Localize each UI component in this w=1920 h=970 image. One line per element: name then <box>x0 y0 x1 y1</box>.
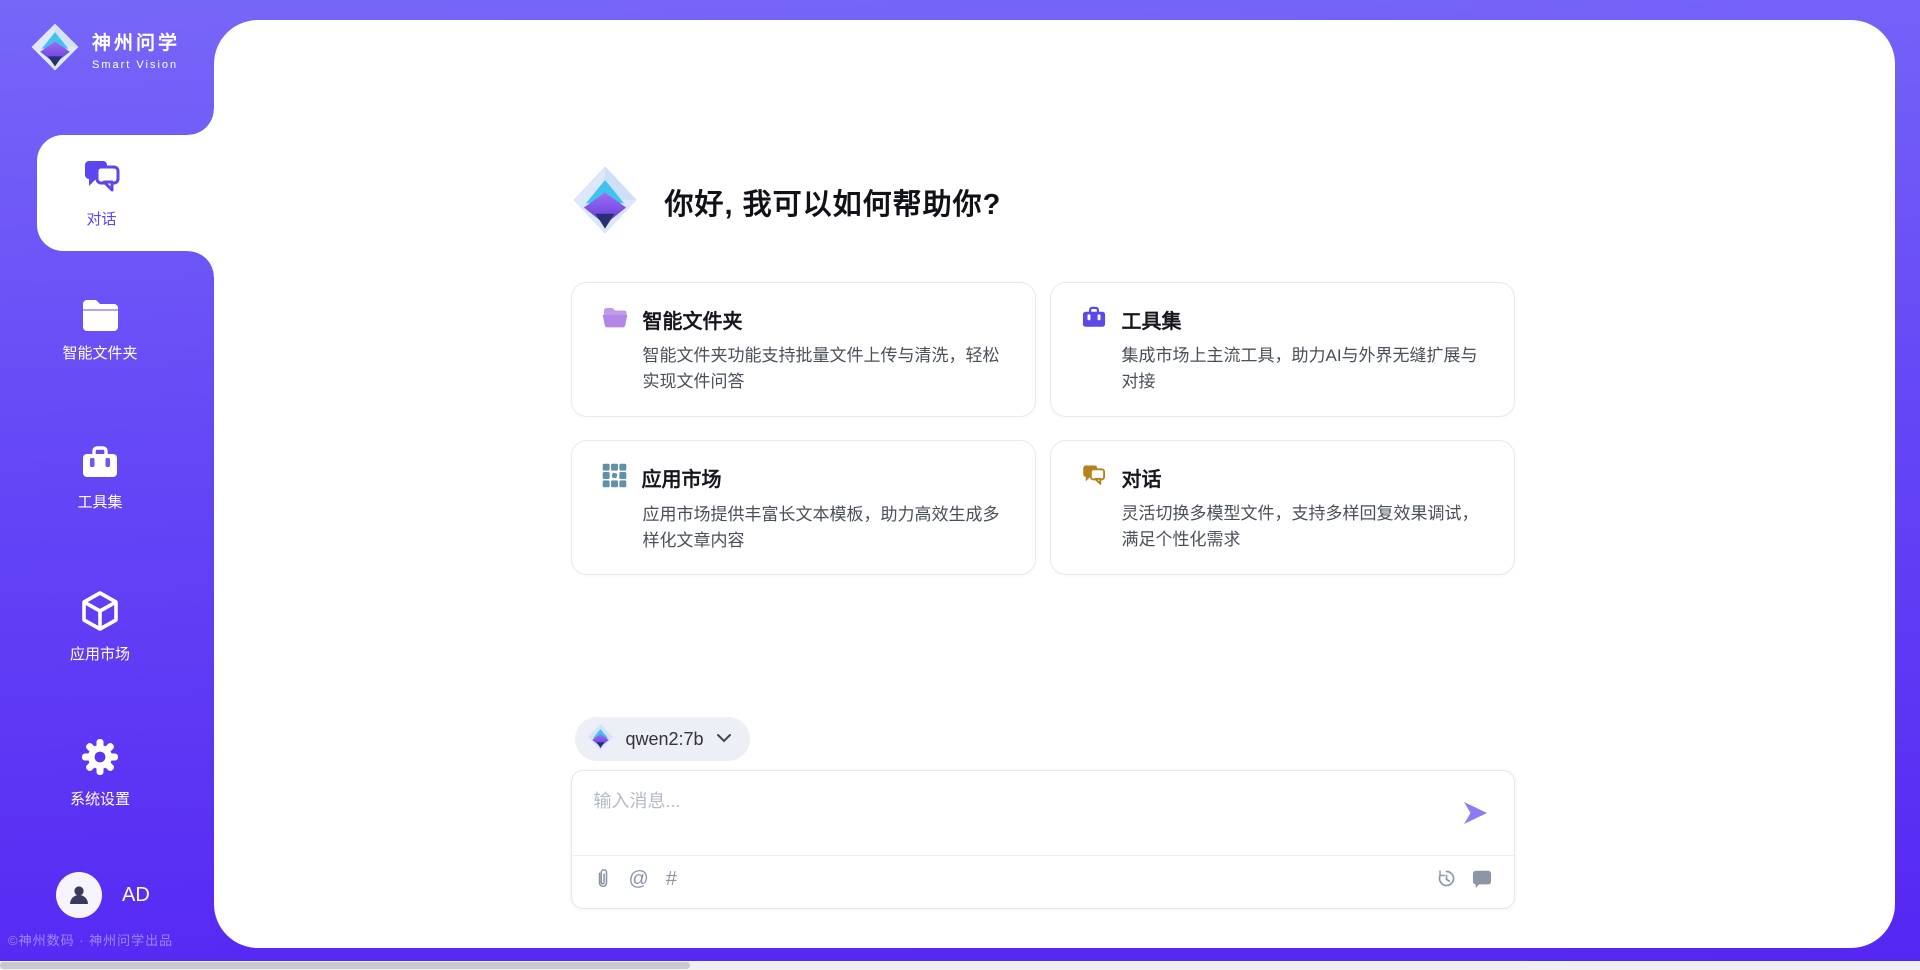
sidebar-item-smart-folder[interactable]: 智能文件夹 <box>0 297 200 363</box>
card-app-market[interactable]: 应用市场 应用市场提供丰富长文本模板，助力高效生成多样化文章内容 <box>571 440 1036 576</box>
grid-icon <box>602 463 627 493</box>
toolbox-icon <box>1081 305 1107 334</box>
scrollbar-thumb[interactable] <box>0 962 690 969</box>
main-content: 你好, 我可以如何帮助你? 智能文件夹 智能文件夹功能支持批量文件上传与清洗，轻… <box>571 20 1515 948</box>
composer-divider <box>572 855 1514 856</box>
card-title: 对话 <box>1122 463 1162 492</box>
greeting-logo-icon <box>571 162 639 241</box>
greeting-text: 你好, 我可以如何帮助你? <box>665 181 1002 223</box>
chat-bubble-icon[interactable] <box>1472 869 1492 888</box>
feature-cards: 智能文件夹 智能文件夹功能支持批量文件上传与清洗，轻松实现文件问答 <box>571 282 1515 575</box>
card-title: 应用市场 <box>642 463 722 492</box>
sidebar-item-label: 系统设置 <box>70 788 130 809</box>
toolbox-icon <box>80 444 120 480</box>
tab-fillet-top <box>188 109 214 135</box>
card-description: 集成市场上主流工具，助力AI与外界无缝扩展与对接 <box>1122 343 1490 396</box>
user-name: AD <box>122 884 150 907</box>
sidebar-item-chat[interactable]: 对话 <box>37 135 214 251</box>
model-logo-icon <box>587 722 614 756</box>
message-input[interactable] <box>594 787 1444 847</box>
user-profile[interactable]: AD <box>56 872 150 918</box>
folder-icon <box>602 306 628 333</box>
main-panel: 你好, 我可以如何帮助你? 智能文件夹 智能文件夹功能支持批量文件上传与清洗，轻… <box>214 20 1895 948</box>
greeting: 你好, 我可以如何帮助你? <box>571 162 1002 241</box>
brand-subtitle: Smart Vision <box>92 59 180 71</box>
brand-text: 神州问学 Smart Vision <box>92 28 180 71</box>
sidebar: 神州问学 Smart Vision 对话 <box>0 0 214 970</box>
sidebar-item-app-market[interactable]: 应用市场 <box>0 590 200 664</box>
sidebar-item-label: 对话 <box>86 208 116 229</box>
model-selector[interactable]: qwen2:7b <box>575 717 750 761</box>
model-name: qwen2:7b <box>626 729 704 750</box>
avatar <box>56 872 102 918</box>
card-smart-folder[interactable]: 智能文件夹 智能文件夹功能支持批量文件上传与清洗，轻松实现文件问答 <box>571 282 1036 417</box>
card-description: 灵活切换多模型文件，支持多样回复效果调试，满足个性化需求 <box>1122 501 1490 554</box>
sidebar-item-settings[interactable]: 系统设置 <box>0 737 200 809</box>
card-toolbox[interactable]: 工具集 集成市场上主流工具，助力AI与外界无缝扩展与对接 <box>1050 282 1515 417</box>
gear-icon <box>80 737 120 777</box>
chevron-down-icon <box>716 730 732 748</box>
folder-icon <box>80 297 120 331</box>
tab-fillet-bottom <box>188 251 214 277</box>
cube-icon <box>80 590 120 632</box>
hashtag-icon[interactable]: # <box>666 869 677 889</box>
card-description: 应用市场提供丰富长文本模板，助力高效生成多样化文章内容 <box>643 502 1011 555</box>
chat-icon <box>1081 463 1107 492</box>
sidebar-item-label: 应用市场 <box>70 643 130 664</box>
composer-toolbar: @ # <box>594 868 1492 889</box>
card-chat[interactable]: 对话 灵活切换多模型文件，支持多样回复效果调试，满足个性化需求 <box>1050 440 1515 576</box>
card-title: 工具集 <box>1122 305 1182 334</box>
sidebar-item-label: 智能文件夹 <box>62 342 137 363</box>
send-button[interactable] <box>1460 799 1490 829</box>
brand-logo-icon <box>30 22 80 77</box>
chat-icon <box>82 157 122 199</box>
sidebar-item-label: 工具集 <box>77 491 122 512</box>
copyright-text: ©神州数码 · 神州问学出品 <box>8 930 214 949</box>
mention-icon[interactable]: @ <box>629 869 649 889</box>
app-window: 神州问学 Smart Vision 对话 <box>0 0 1920 970</box>
history-icon[interactable] <box>1436 868 1457 889</box>
brand-name: 神州问学 <box>92 28 180 55</box>
attachment-icon[interactable] <box>594 868 612 889</box>
horizontal-scrollbar[interactable] <box>0 961 1920 970</box>
card-title: 智能文件夹 <box>643 305 743 334</box>
sidebar-item-toolbox[interactable]: 工具集 <box>0 444 200 512</box>
brand: 神州问学 Smart Vision <box>30 22 180 77</box>
message-composer: @ # <box>571 770 1515 909</box>
card-description: 智能文件夹功能支持批量文件上传与清洗，轻松实现文件问答 <box>643 343 1011 396</box>
